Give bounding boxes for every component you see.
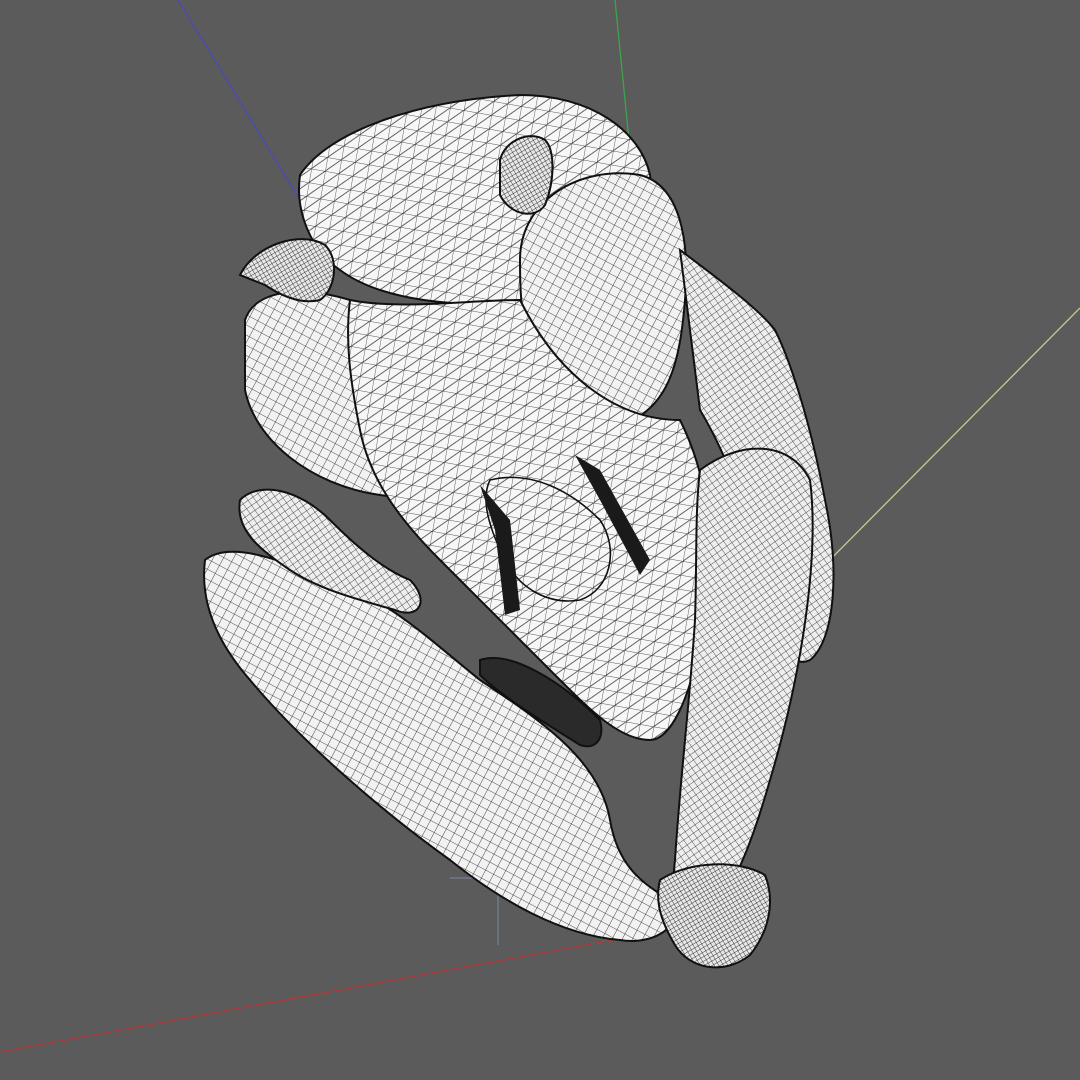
left-horn[interactable] xyxy=(238,238,336,303)
right-horn[interactable] xyxy=(499,135,554,215)
viewport-canvas[interactable] xyxy=(0,0,1080,1080)
axis-z-line xyxy=(177,0,301,201)
3d-viewport[interactable] xyxy=(0,0,1080,1080)
animal-skull-mesh[interactable] xyxy=(203,93,835,969)
axis-x-line xyxy=(0,934,641,1053)
incisors[interactable] xyxy=(657,863,771,969)
